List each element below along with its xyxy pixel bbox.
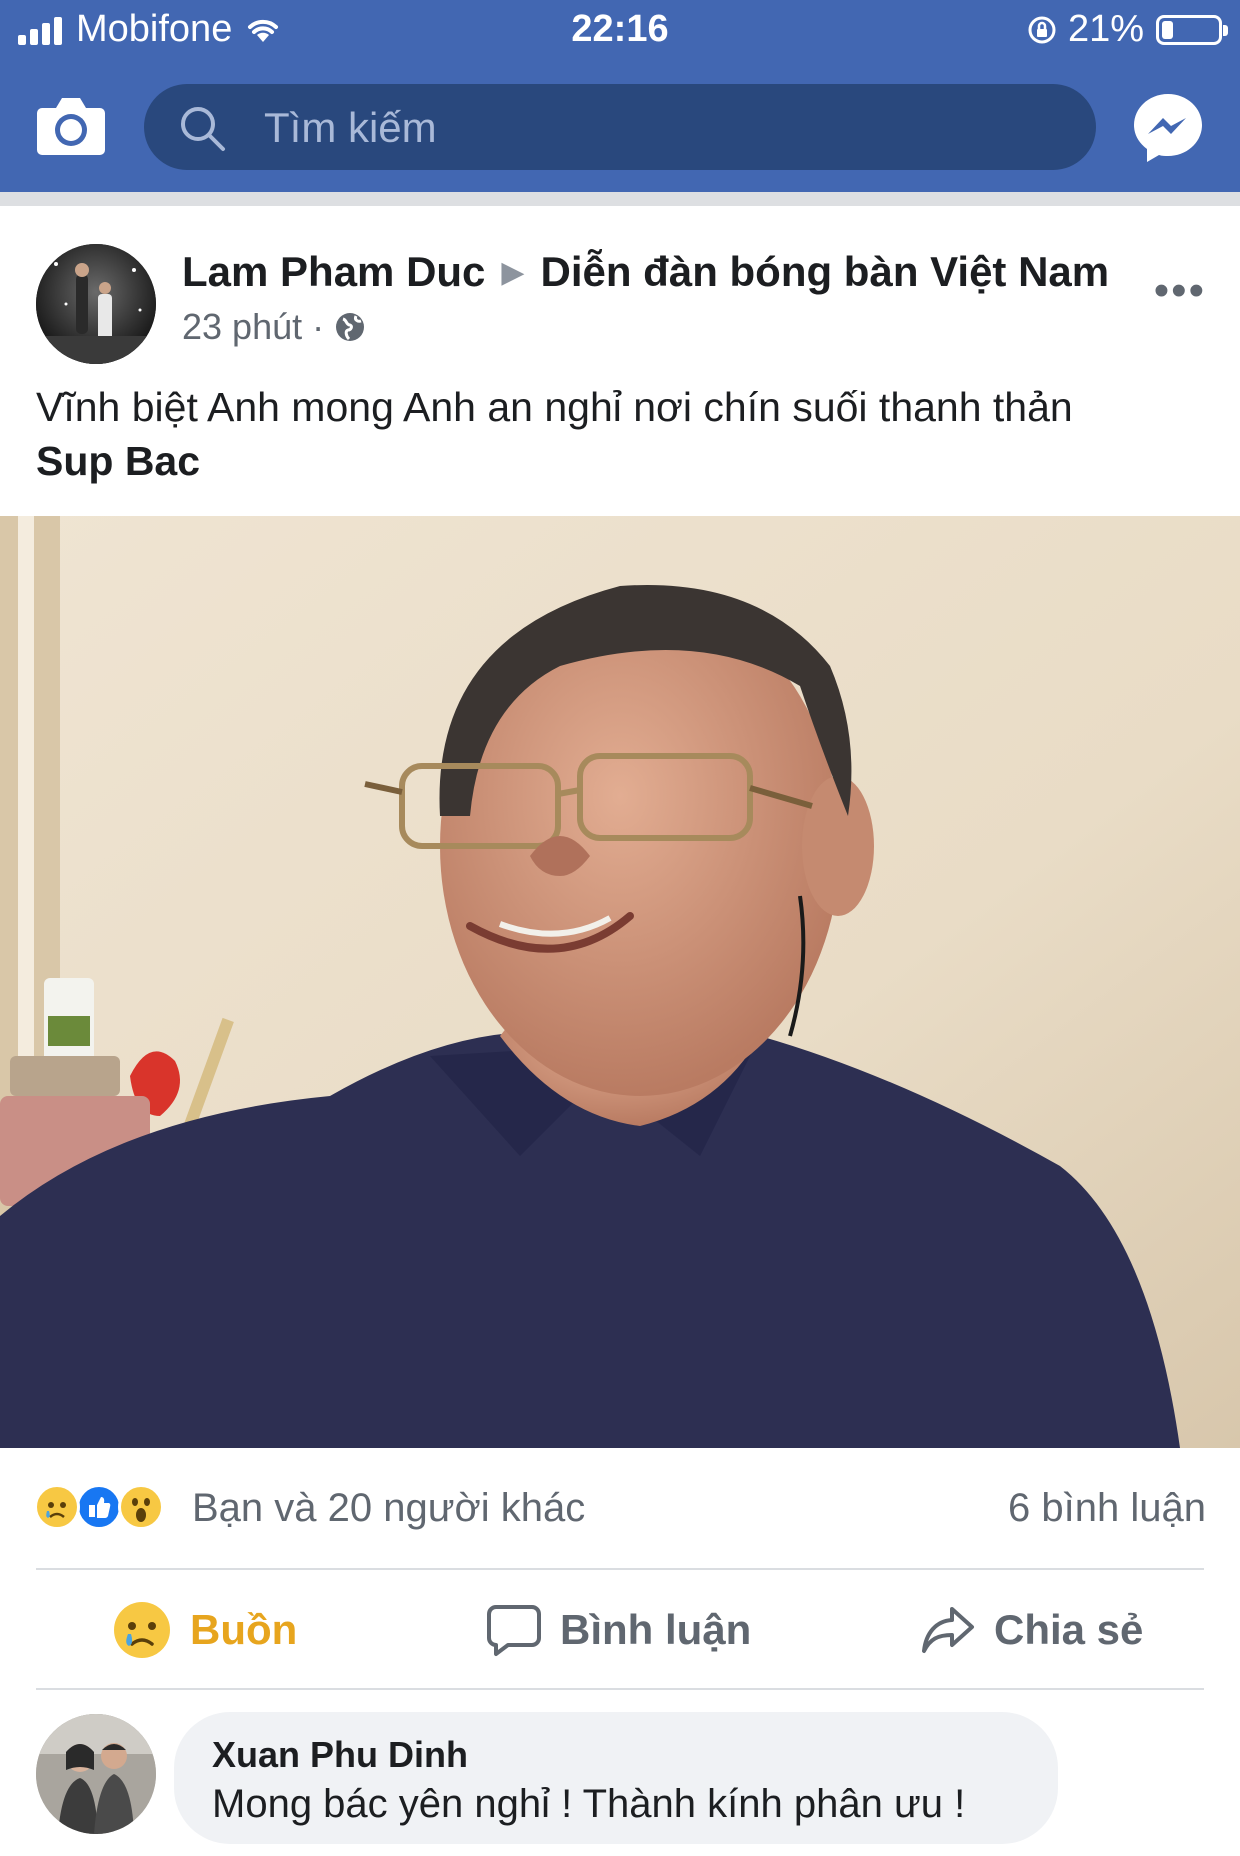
commenter-name[interactable]: Xuan Phu Dinh xyxy=(212,1734,468,1776)
divider-line xyxy=(36,1688,1204,1690)
comment-icon xyxy=(487,1605,541,1656)
separator-dot: · xyxy=(312,306,325,347)
messenger-icon xyxy=(1134,94,1202,162)
globe-icon xyxy=(336,313,365,341)
avatar-photo xyxy=(36,244,156,364)
reaction-summary-text[interactable]: Bạn và 20 người khác xyxy=(192,1486,585,1531)
camera-button[interactable] xyxy=(36,94,106,156)
comment-label: Bình luận xyxy=(560,1606,752,1653)
post-header: Lam Pham Duc ▶ Diễn đàn bóng bàn Việt Na… xyxy=(0,206,1240,364)
author-avatar[interactable] xyxy=(36,244,156,364)
reaction-icons[interactable] xyxy=(34,1484,164,1530)
comment-bubble[interactable]: Xuan Phu Dinh Mong bác yên nghỉ ! Thành … xyxy=(174,1712,1058,1844)
author-name[interactable]: Lam Pham Duc xyxy=(182,248,485,296)
post-author-line: Lam Pham Duc ▶ Diễn đàn bóng bàn Việt Na… xyxy=(182,248,1109,296)
battery-level xyxy=(1162,20,1173,39)
wow-reaction-icon xyxy=(118,1484,164,1530)
post-timestamp[interactable]: 23 phút xyxy=(182,306,302,348)
play-arrow-icon: ▶ xyxy=(501,255,525,289)
like-reaction-icon xyxy=(76,1484,122,1530)
battery-icon xyxy=(1156,14,1228,45)
group-name[interactable]: Diễn đàn bóng bàn Việt Nam xyxy=(541,248,1110,296)
sad-face-icon xyxy=(114,1602,170,1658)
share-button[interactable]: Chia sẻ xyxy=(920,1572,1143,1688)
tagged-person[interactable]: Sup Bac xyxy=(36,434,1206,488)
status-right: 21% xyxy=(1026,8,1228,51)
post-photo[interactable] xyxy=(0,516,1240,1448)
share-label: Chia sẻ xyxy=(994,1606,1144,1653)
search-bar[interactable] xyxy=(144,84,1096,172)
search-input[interactable] xyxy=(262,84,1066,172)
comment-count[interactable]: 6 bình luận xyxy=(1008,1486,1206,1531)
more-options-button[interactable]: ••• xyxy=(1154,266,1206,316)
messenger-button[interactable] xyxy=(1130,90,1206,166)
post-meta: 23 phút · xyxy=(182,306,366,348)
feed-divider xyxy=(0,192,1240,206)
post-text: Vĩnh biệt Anh mong Anh an nghỉ nơi chín … xyxy=(36,380,1206,488)
search-icon xyxy=(181,107,225,151)
divider-line xyxy=(36,1568,1204,1570)
share-arrow-icon xyxy=(922,1607,974,1653)
status-bar: Mobifone 22:16 21% xyxy=(0,0,1240,62)
top-app-bar: Mobifone 22:16 21% xyxy=(0,0,1240,192)
commenter-photo xyxy=(36,1714,156,1834)
photo-image xyxy=(0,516,1240,1448)
commenter-avatar[interactable] xyxy=(36,1714,156,1834)
orientation-lock-icon xyxy=(1028,16,1056,43)
comment-item: Xuan Phu Dinh Mong bác yên nghỉ ! Thành … xyxy=(0,1700,1240,1856)
comment-button[interactable]: Bình luận xyxy=(486,1572,751,1688)
sad-reaction-icon xyxy=(34,1484,80,1530)
battery-percentage: 21% xyxy=(1067,8,1144,50)
camera-icon xyxy=(37,98,105,155)
react-button[interactable]: Buồn xyxy=(112,1572,297,1688)
post-message: Vĩnh biệt Anh mong Anh an nghỉ nơi chín … xyxy=(36,384,1073,430)
react-label: Buồn xyxy=(190,1606,298,1653)
post-action-bar: Buồn Bình luận Chia sẻ xyxy=(0,1572,1240,1688)
reactions-summary: Bạn và 20 người khác 6 bình luận xyxy=(0,1454,1240,1566)
comment-text: Mong bác yên nghỉ ! Thành kính phân ưu ! xyxy=(212,1782,966,1826)
